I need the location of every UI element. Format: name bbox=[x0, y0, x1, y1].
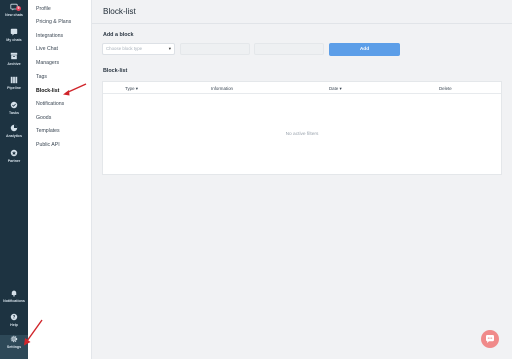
settings-nav-profile[interactable]: Profile bbox=[36, 6, 51, 12]
rail-item-notifications[interactable]: Notifications bbox=[0, 289, 28, 313]
settings-nav-goods[interactable]: Goods bbox=[36, 115, 51, 121]
settings-nav-integrations[interactable]: Integrations bbox=[36, 33, 63, 39]
rail-label: Pipeline bbox=[7, 86, 21, 90]
archive-icon bbox=[10, 52, 18, 60]
svg-text:?: ? bbox=[13, 315, 16, 321]
settings-nav-tags[interactable]: Tags bbox=[36, 74, 47, 80]
help-icon: ? bbox=[10, 313, 18, 321]
add-button[interactable]: Add bbox=[329, 43, 400, 56]
column-header-information: Information bbox=[211, 86, 233, 91]
main-rail: 9 New chats My chats Archive Pipeline Ta… bbox=[0, 0, 28, 359]
block-type-placeholder: Choose block type bbox=[106, 46, 143, 51]
gear-icon bbox=[10, 335, 18, 343]
block-type-select[interactable]: Choose block type ▾ bbox=[102, 43, 175, 55]
settings-nav-block-list[interactable]: Block-list bbox=[36, 88, 59, 94]
column-header-date[interactable]: Date ▾ bbox=[329, 86, 342, 92]
bell-icon bbox=[11, 290, 17, 297]
rail-item-pipeline[interactable]: Pipeline bbox=[0, 76, 28, 100]
rail-label: Analytics bbox=[6, 134, 22, 138]
partner-icon bbox=[10, 149, 18, 157]
chat-widget-button[interactable] bbox=[481, 330, 499, 348]
rail-label: Partner bbox=[7, 159, 21, 163]
rail-label: Notifications bbox=[3, 299, 25, 303]
chats-icon bbox=[10, 28, 18, 36]
empty-state-text: No active filters bbox=[285, 132, 319, 137]
rail-item-my-chats[interactable]: My chats bbox=[0, 28, 28, 52]
main-content: Block-list Add a block Choose block type… bbox=[92, 0, 512, 359]
chevron-down-icon: ▾ bbox=[168, 46, 171, 51]
add-block-heading: Add a block bbox=[103, 32, 134, 38]
block-comment-input[interactable] bbox=[254, 43, 324, 55]
table-header-divider bbox=[103, 93, 501, 94]
pipeline-icon bbox=[10, 76, 18, 84]
rail-item-archive[interactable]: Archive bbox=[0, 52, 28, 76]
settings-nav-templates[interactable]: Templates bbox=[36, 128, 60, 134]
rail-label: My chats bbox=[6, 38, 22, 42]
settings-nav-managers[interactable]: Managers bbox=[36, 60, 59, 66]
block-value-input[interactable] bbox=[180, 43, 250, 55]
chat-bubble-icon bbox=[486, 335, 494, 343]
analytics-icon bbox=[10, 124, 18, 132]
annotation-arrow-settings bbox=[24, 319, 43, 346]
tasks-icon bbox=[10, 101, 18, 109]
header-divider bbox=[92, 23, 512, 24]
settings-nav-live-chat[interactable]: Live Chat bbox=[36, 46, 58, 52]
block-list-heading: Block-list bbox=[103, 68, 128, 74]
rail-label: Archive bbox=[7, 62, 21, 66]
rail-item-partner[interactable]: Partner bbox=[0, 149, 28, 173]
settings-nav-notifications[interactable]: Notifications bbox=[36, 101, 64, 107]
rail-item-new-chats[interactable]: 9 New chats bbox=[0, 3, 28, 27]
rail-label: New chats bbox=[5, 13, 23, 17]
block-list-table: Type ▾ Information Date ▾ Delete No acti… bbox=[102, 81, 502, 175]
column-header-type[interactable]: Type ▾ bbox=[125, 86, 138, 92]
settings-nav-public-api[interactable]: Public API bbox=[36, 142, 60, 148]
column-header-delete: Delete bbox=[439, 86, 452, 91]
page-title: Block-list bbox=[103, 7, 136, 16]
rail-item-analytics[interactable]: Analytics bbox=[0, 124, 28, 148]
settings-nav-pricing[interactable]: Pricing & Plans bbox=[36, 19, 71, 25]
new-chats-badge: 9 bbox=[16, 6, 21, 11]
rail-label: Tasks bbox=[9, 111, 19, 115]
annotation-arrow-block-list bbox=[63, 83, 87, 96]
settings-nav: Profile Pricing & Plans Integrations Liv… bbox=[28, 0, 92, 359]
rail-item-tasks[interactable]: Tasks bbox=[0, 101, 28, 125]
